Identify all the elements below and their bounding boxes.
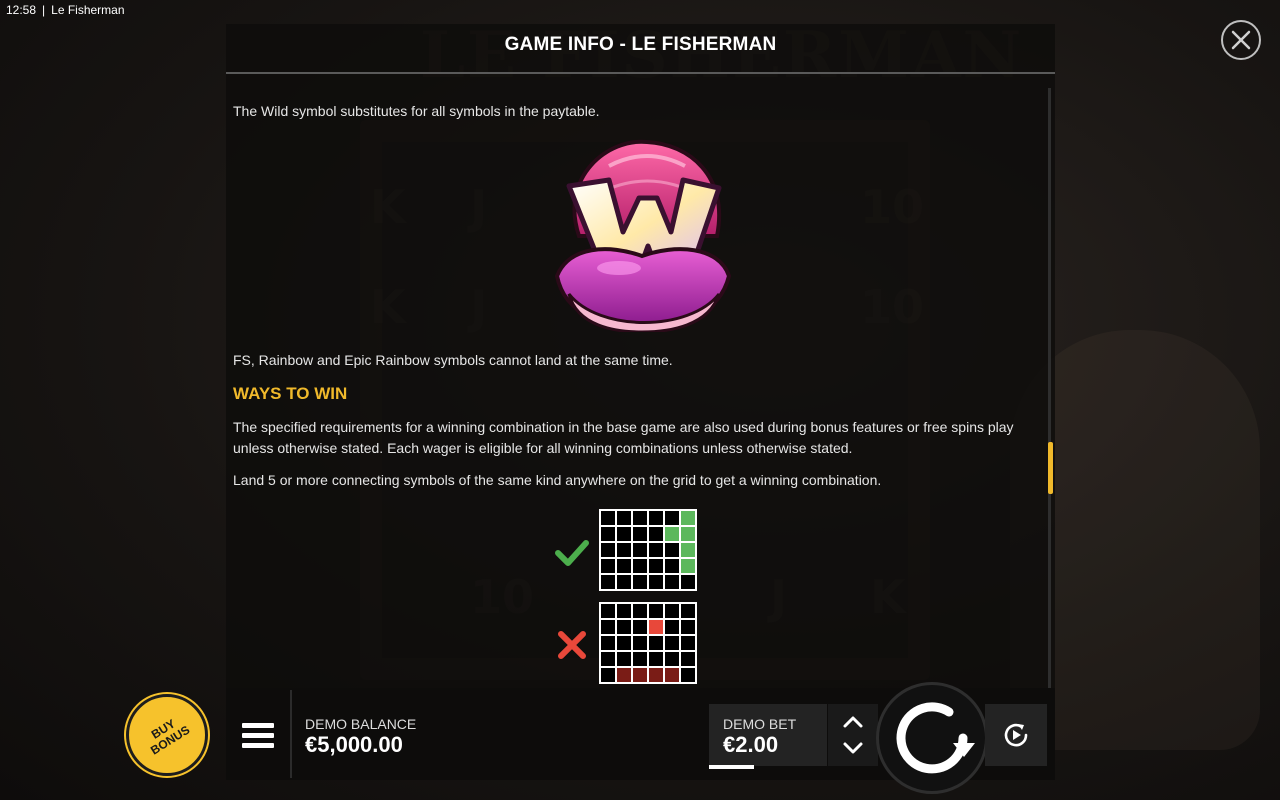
spin-button[interactable] <box>876 682 988 794</box>
autoplay-icon[interactable] <box>1001 720 1031 750</box>
title-divider <box>226 72 1055 74</box>
wild-clam-icon <box>554 139 732 332</box>
checkmark-icon <box>555 540 589 566</box>
balance-label: DEMO BALANCE <box>305 716 417 732</box>
game-info-panel: GAME INFO - LE FISHERMAN The Wild symbol… <box>226 24 1055 688</box>
buy-bonus-label: BUY BONUS <box>148 716 193 758</box>
bar-divider <box>290 690 292 778</box>
bet-decrease-button[interactable] <box>841 738 865 758</box>
status-bar: 12:58 | Le Fisherman <box>6 3 125 17</box>
autoplay-panel <box>985 704 1047 766</box>
status-separator: | <box>42 3 46 17</box>
ways-to-win-description: The specified requirements for a winning… <box>233 419 1014 456</box>
invalid-grid-diagram <box>599 602 697 684</box>
spin-icon <box>896 702 975 774</box>
close-button[interactable] <box>1221 20 1261 60</box>
bet-level-indicator <box>709 765 754 769</box>
buy-bonus-button[interactable]: BUY BONUS <box>126 694 208 776</box>
bet-display[interactable]: DEMO BET €2.00 <box>709 704 827 769</box>
fs-rainbow-note: FS, Rainbow and Epic Rainbow symbols can… <box>233 352 673 368</box>
scrollbar-track[interactable] <box>1048 88 1051 688</box>
invalid-example <box>555 602 705 684</box>
close-icon <box>1231 30 1251 50</box>
connect-rule-text: Land 5 or more connecting symbols of the… <box>233 472 882 488</box>
bet-increase-button[interactable] <box>841 712 865 732</box>
page-title: GAME INFO - LE FISHERMAN <box>504 34 777 55</box>
wild-description: The Wild symbol substitutes for all symb… <box>233 103 600 119</box>
valid-grid-diagram <box>599 509 697 591</box>
cross-icon <box>558 631 586 659</box>
bet-label: DEMO BET <box>723 716 797 732</box>
menu-icon[interactable] <box>240 718 276 754</box>
valid-example <box>555 509 705 591</box>
scrollbar-thumb[interactable] <box>1048 442 1053 494</box>
bet-value: €2.00 <box>723 732 779 757</box>
bet-stepper <box>828 704 878 766</box>
balance-value: €5,000.00 <box>305 732 403 757</box>
ways-to-win-heading: WAYS TO WIN <box>233 384 348 403</box>
app-title: Le Fisherman <box>51 3 125 17</box>
clock-time: 12:58 <box>6 3 37 17</box>
